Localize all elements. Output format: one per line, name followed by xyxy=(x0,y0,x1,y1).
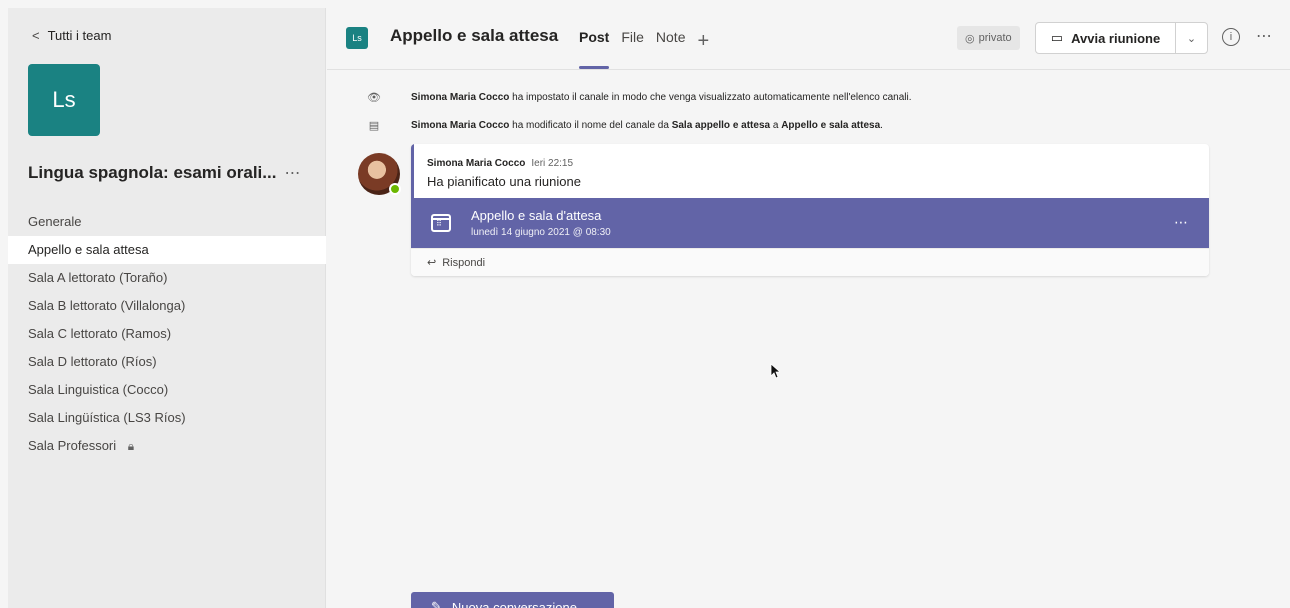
channel-label: Sala C lettorato (Ramos) xyxy=(28,326,172,341)
post-author[interactable]: Simona Maria Cocco xyxy=(427,158,525,169)
reply-button[interactable]: ↩ Rispondi xyxy=(411,248,1209,276)
team-name-row: Lingua spagnola: esami orali... ⋯ xyxy=(28,163,318,183)
chevron-left-icon: < xyxy=(32,28,40,43)
team-avatar: Ls xyxy=(28,64,100,136)
eye-icon: 👁︎ xyxy=(367,92,381,104)
channel-item-sala-linguistica[interactable]: Sala Linguistica (Cocco) xyxy=(8,376,326,404)
channel-item-sala-c[interactable]: Sala C lettorato (Ramos) xyxy=(8,320,326,348)
start-meeting-button[interactable]: ▭ Avvia riunione ⌄ xyxy=(1035,22,1208,54)
post-card: Simona Maria Cocco Ieri 22:15 Ha pianific… xyxy=(411,144,1209,276)
reply-icon: ↩ xyxy=(427,257,437,269)
channel-item-sala-a[interactable]: Sala A lettorato (Toraño) xyxy=(8,264,326,292)
channel-tabs: Post File Note + xyxy=(579,29,709,69)
channel-label: Sala Linguistica (Cocco) xyxy=(28,382,169,397)
post-time: Ieri 22:15 xyxy=(531,158,574,169)
system-message-text: Simona Maria Cocco ha impostato il canal… xyxy=(411,92,912,103)
lock-icon: 🔒︎ xyxy=(127,439,135,453)
actor-name: Simona Maria Cocco xyxy=(411,92,510,103)
page-title: Appello e sala attesa xyxy=(390,26,559,45)
start-meeting-label: Avvia riunione xyxy=(1071,30,1161,46)
post-text: Ha pianificato una riunione xyxy=(427,174,581,189)
message-text: ha impostato il canale in modo che venga… xyxy=(509,92,912,103)
add-tab-icon[interactable]: + xyxy=(697,31,709,51)
actor-name: Simona Maria Cocco xyxy=(411,120,510,131)
channel-label: Appello e sala attesa xyxy=(28,242,149,257)
channel-item-appello[interactable]: Appello e sala attesa xyxy=(8,236,326,264)
team-name: Lingua spagnola: esami orali... xyxy=(28,163,277,182)
meeting-title: Appello e sala d'attesa xyxy=(471,208,602,223)
mouse-pointer-icon xyxy=(770,363,780,379)
channel-label: Sala A lettorato (Toraño) xyxy=(28,270,168,285)
presence-available-icon xyxy=(389,183,401,195)
channel-item-sala-d[interactable]: Sala D lettorato (Ríos) xyxy=(8,348,326,376)
tab-note[interactable]: Note xyxy=(656,29,686,53)
meeting-date: lunedì 14 giugno 2021 @ 08:30 xyxy=(471,227,611,238)
meeting-card[interactable]: Appello e sala d'attesa lunedì 14 giugno… xyxy=(411,198,1209,248)
channel-team-initials: Ls xyxy=(352,33,362,43)
new-channel-name: Appello e sala attesa xyxy=(781,120,881,131)
channel-label: Sala Professori xyxy=(28,438,117,453)
new-conversation-label: Nuova conversazione xyxy=(451,599,577,608)
back-to-teams-link[interactable]: < Tutti i team xyxy=(32,28,111,43)
channel-item-sala-b[interactable]: Sala B lettorato (Villalonga) xyxy=(8,292,326,320)
channel-label: Sala D lettorato (Ríos) xyxy=(28,354,157,369)
privacy-badge: ◎ privato xyxy=(957,26,1020,50)
channel-label: Sala Lingüística (LS3 Ríos) xyxy=(28,410,186,425)
channel-list: Generale Appello e sala attesa Sala A le… xyxy=(8,208,326,460)
channel-label: Sala B lettorato (Villalonga) xyxy=(28,298,186,313)
old-channel-name: Sala appello e attesa xyxy=(671,120,771,131)
system-message-text: Simona Maria Cocco ha modificato il nome… xyxy=(411,120,883,131)
tab-file[interactable]: File xyxy=(621,29,644,53)
message-text: . xyxy=(880,120,883,131)
channel-header: Ls Appello e sala attesa Post File Note … xyxy=(327,8,1290,70)
message-text: ha modificato il nome del canale da xyxy=(509,120,672,131)
more-options-icon[interactable]: ⋯ xyxy=(1256,26,1272,46)
message-text: a xyxy=(770,120,782,131)
sidebar: < Tutti i team Ls Lingua spagnola: esami… xyxy=(8,8,326,608)
start-meeting-main[interactable]: ▭ Avvia riunione xyxy=(1036,23,1175,53)
compose-icon: ✎ xyxy=(431,599,442,608)
system-message: 👁︎ Simona Maria Cocco ha impostato il ca… xyxy=(367,92,912,104)
info-icon[interactable]: i xyxy=(1222,28,1240,46)
chevron-down-icon[interactable]: ⌄ xyxy=(1175,23,1207,53)
calendar-icon xyxy=(431,214,451,232)
new-conversation-button[interactable]: ✎ Nuova conversazione xyxy=(411,592,614,608)
team-initials: Ls xyxy=(52,87,76,112)
privacy-label: privato xyxy=(978,32,1012,44)
more-options-icon[interactable]: ⋯ xyxy=(1174,214,1189,231)
back-label: Tutti i team xyxy=(47,28,112,43)
channel-item-sala-linguistica-ls3[interactable]: Sala Lingüística (LS3 Ríos) xyxy=(8,404,326,432)
channel-team-avatar: Ls xyxy=(346,27,368,49)
channel-label: Generale xyxy=(28,214,82,229)
video-camera-icon: ▭ xyxy=(1050,30,1064,45)
eye-icon: ◎ xyxy=(965,32,975,45)
channel-item-sala-professori[interactable]: Sala Professori 🔒︎ xyxy=(8,432,326,460)
document-icon: ▤ xyxy=(368,120,380,132)
channel-item-generale[interactable]: Generale xyxy=(8,208,326,236)
post-header: Simona Maria Cocco Ieri 22:15 xyxy=(427,158,573,169)
main-area: Ls Appello e sala attesa Post File Note … xyxy=(327,8,1290,608)
team-more-options-icon[interactable]: ⋯ xyxy=(284,163,301,183)
system-message: ▤ Simona Maria Cocco ha modificato il no… xyxy=(369,120,883,132)
reply-label: Rispondi xyxy=(442,256,486,269)
tab-post[interactable]: Post xyxy=(579,29,610,69)
